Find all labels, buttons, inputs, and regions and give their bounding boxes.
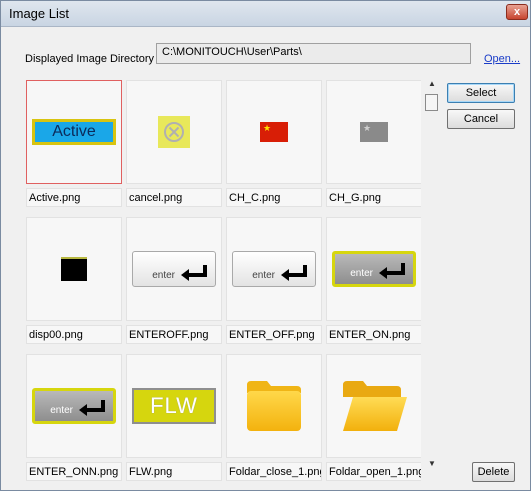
cancel-button[interactable]: Cancel — [447, 109, 515, 129]
file-name: ENTEROFF.png — [126, 325, 222, 344]
title-bar: Image List x — [1, 1, 530, 27]
return-arrow-icon — [181, 265, 207, 281]
file-name: cancel.png — [126, 188, 222, 207]
file-name: ENTER_OFF.png — [226, 325, 322, 344]
return-arrow-icon — [79, 400, 105, 416]
thumb-text: FLW — [150, 393, 198, 418]
directory-field[interactable]: C:\MONITOUCH\User\Parts\ — [156, 43, 471, 64]
image-thumbnail[interactable]: enter — [326, 217, 421, 321]
file-name: ENTER_ONN.png — [26, 462, 122, 481]
enter-key-image: enter — [32, 388, 116, 424]
image-thumbnail[interactable]: enter — [26, 354, 122, 458]
image-thumbnail[interactable] — [26, 217, 122, 321]
image-thumbnail[interactable] — [126, 80, 222, 184]
folder-open-icon — [343, 381, 407, 431]
enter-key-image: enter — [132, 251, 216, 287]
delete-button[interactable]: Delete — [472, 462, 515, 482]
open-link[interactable]: Open... — [484, 53, 520, 65]
image-grid-scrollbar[interactable]: ▲ ▼ — [424, 77, 440, 477]
close-button[interactable]: x — [506, 4, 528, 20]
return-arrow-icon — [281, 265, 307, 281]
image-thumbnail[interactable]: Active — [26, 80, 122, 184]
file-name: Foldar_open_1.png — [326, 462, 421, 481]
file-name: CH_C.png — [226, 188, 322, 207]
image-grid: Active Active.png cancel.png ★ CH_C.png … — [21, 77, 421, 487]
file-name: CH_G.png — [326, 188, 421, 207]
folder-closed-icon — [247, 381, 301, 431]
image-thumbnail[interactable] — [226, 80, 322, 184]
file-name: Foldar_close_1.png — [226, 462, 322, 481]
return-arrow-icon — [379, 263, 405, 279]
image-thumbnail[interactable] — [326, 354, 421, 458]
thumb-text: enter — [152, 270, 175, 281]
image-list-dialog: Image List x Displayed Image Directory C… — [0, 0, 531, 491]
display-lamp-icon — [61, 257, 87, 281]
select-button[interactable]: Select — [447, 83, 515, 103]
thumb-text: Active — [52, 123, 96, 140]
thumb-text: enter — [50, 405, 73, 416]
window-title: Image List — [9, 6, 69, 21]
image-thumbnail[interactable] — [226, 354, 322, 458]
cancel-circle-icon — [158, 116, 190, 148]
thumb-text: enter — [350, 268, 373, 279]
directory-label: Displayed Image Directory — [25, 53, 154, 65]
active-button-image: Active — [32, 119, 116, 145]
file-name: FLW.png — [126, 462, 222, 481]
enter-key-image: enter — [332, 251, 416, 287]
scroll-down-arrow-icon[interactable]: ▼ — [424, 459, 440, 471]
china-flag-gray-icon — [360, 122, 388, 142]
scrollbar-thumb[interactable] — [425, 94, 438, 111]
file-name: Active.png — [26, 188, 122, 207]
file-name: ENTER_ON.png — [326, 325, 421, 344]
image-thumbnail[interactable] — [326, 80, 421, 184]
file-name: disp00.png — [26, 325, 122, 344]
image-thumbnail[interactable]: enter — [126, 217, 222, 321]
image-thumbnail[interactable]: FLW — [126, 354, 222, 458]
enter-key-image: enter — [232, 251, 316, 287]
image-thumbnail[interactable]: enter — [226, 217, 322, 321]
scroll-up-arrow-icon[interactable]: ▲ — [424, 79, 440, 91]
thumb-text: enter — [252, 270, 275, 281]
flw-button-image: FLW — [132, 388, 216, 424]
china-flag-icon — [260, 122, 288, 142]
